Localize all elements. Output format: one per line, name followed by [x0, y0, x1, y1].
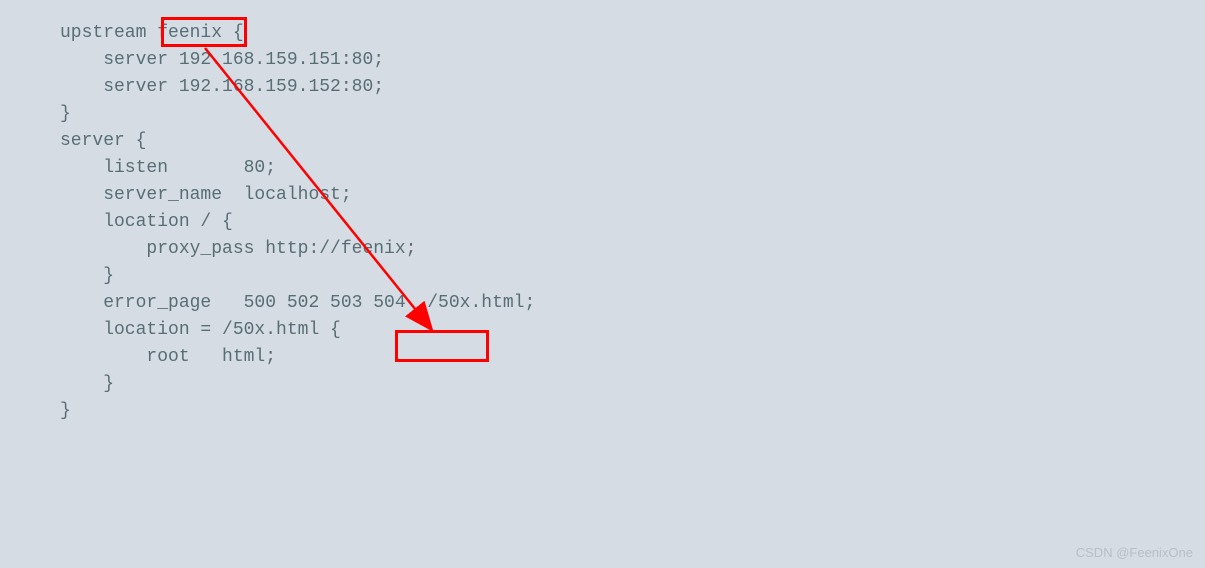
code-line-17: } — [0, 371, 1205, 398]
code-line-18: } — [0, 398, 1205, 425]
code-line-2: server 192.168.159.151:80; — [0, 47, 1205, 74]
code-line-12: } — [0, 263, 1205, 290]
code-line-11: proxy_pass http://feenix; — [0, 236, 1205, 263]
code-line-6: server { — [0, 128, 1205, 155]
code-line-3: server 192.168.159.152:80; — [0, 74, 1205, 101]
code-line-14: error_page 500 502 503 504 /50x.html; — [0, 290, 1205, 317]
code-line-7: listen 80; — [0, 155, 1205, 182]
code-line-1: upstream feenix { — [0, 20, 1205, 47]
code-line-15: location = /50x.html { — [0, 317, 1205, 344]
code-line-10: location / { — [0, 209, 1205, 236]
code-line-8: server_name localhost; — [0, 182, 1205, 209]
code-line-4: } — [0, 101, 1205, 128]
watermark-text: CSDN @FeenixOne — [1076, 545, 1193, 560]
code-line-16: root html; — [0, 344, 1205, 371]
code-block: upstream feenix { server 192.168.159.151… — [0, 0, 1205, 568]
